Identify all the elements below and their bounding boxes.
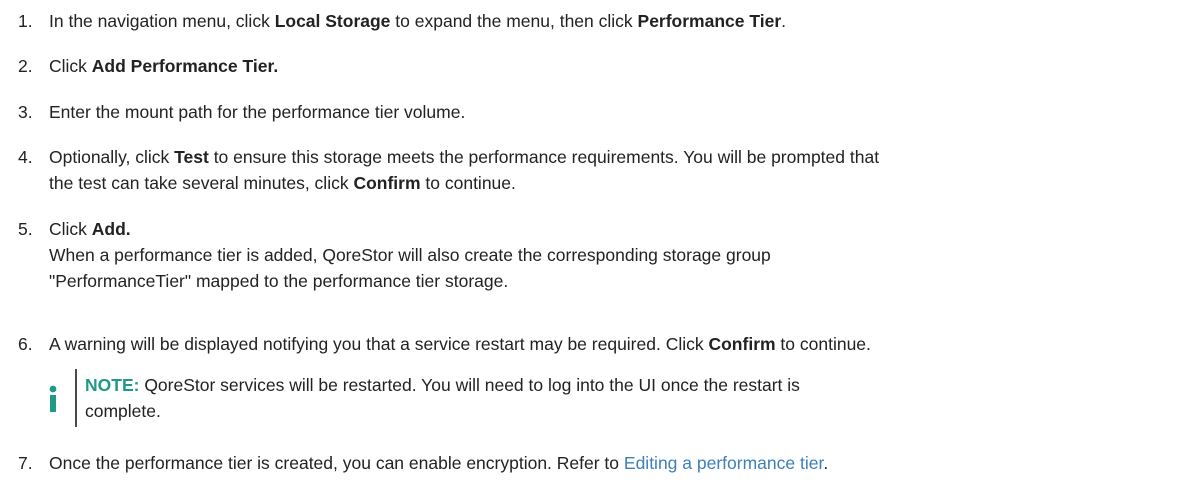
step-number: 5. <box>18 219 33 239</box>
step-text: Once the performance tier is created, yo… <box>49 453 624 473</box>
step-text: . <box>781 11 787 31</box>
add-term: Add. <box>91 219 131 239</box>
step-text: When a performance tier is added, QoreSt… <box>49 245 771 265</box>
step-text: to continue. <box>775 334 871 354</box>
step-number: 6. <box>18 334 33 354</box>
note-text: NOTE: QoreStor services will be restarte… <box>85 372 1005 424</box>
note-label: NOTE: <box>85 375 140 395</box>
step-text: "PerformanceTier" mapped to the performa… <box>49 271 509 291</box>
step-text: to continue. <box>420 173 516 193</box>
step-text: Enter the mount path for the performance… <box>49 102 466 122</box>
step-1: 1. In the navigation menu, click Local S… <box>18 8 1174 34</box>
confirm-term: Confirm <box>353 173 421 193</box>
document-page: 1. In the navigation menu, click Local S… <box>0 0 1184 493</box>
note-body: complete. <box>85 401 161 421</box>
step-text: . <box>823 453 829 473</box>
step-number: 4. <box>18 147 33 167</box>
step-text: the test can take several minutes, click <box>49 173 354 193</box>
step-number: 1. <box>18 11 33 31</box>
step-7: 7. Once the performance tier is created,… <box>18 450 1174 476</box>
step-6: 6. A warning will be displayed notifying… <box>18 331 1174 357</box>
step-2: 2. Click Add Performance Tier. <box>18 53 1174 79</box>
info-icon <box>49 385 57 412</box>
step-number: 7. <box>18 453 33 473</box>
step-text: Click <box>49 219 92 239</box>
test-term: Test <box>174 147 209 167</box>
step-number: 3. <box>18 102 33 122</box>
step-text: to ensure this storage meets the perform… <box>208 147 880 167</box>
step-4: 4. Optionally, click Test to ensure this… <box>18 144 1174 196</box>
step-5: 5. Click Add. When a performance tier is … <box>18 216 1174 294</box>
step-text: In the navigation menu, click <box>49 11 275 31</box>
note-callout: NOTE: QoreStor services will be restarte… <box>44 369 1044 427</box>
editing-performance-tier-link[interactable]: Editing a performance tier <box>624 453 823 473</box>
step-3: 3. Enter the mount path for the performa… <box>18 99 1174 125</box>
step-number: 2. <box>18 56 33 76</box>
note-body: QoreStor services will be restarted. You… <box>139 375 800 395</box>
step-text: Optionally, click <box>49 147 175 167</box>
note-divider <box>75 369 77 427</box>
add-performance-tier-term: Add Performance Tier. <box>91 56 279 76</box>
step-text: to expand the menu, then click <box>390 11 638 31</box>
performance-tier-term: Performance Tier <box>637 11 782 31</box>
step-text: Click <box>49 56 92 76</box>
local-storage-term: Local Storage <box>274 11 391 31</box>
confirm-term: Confirm <box>708 334 776 354</box>
step-text: A warning will be displayed notifying yo… <box>49 334 709 354</box>
